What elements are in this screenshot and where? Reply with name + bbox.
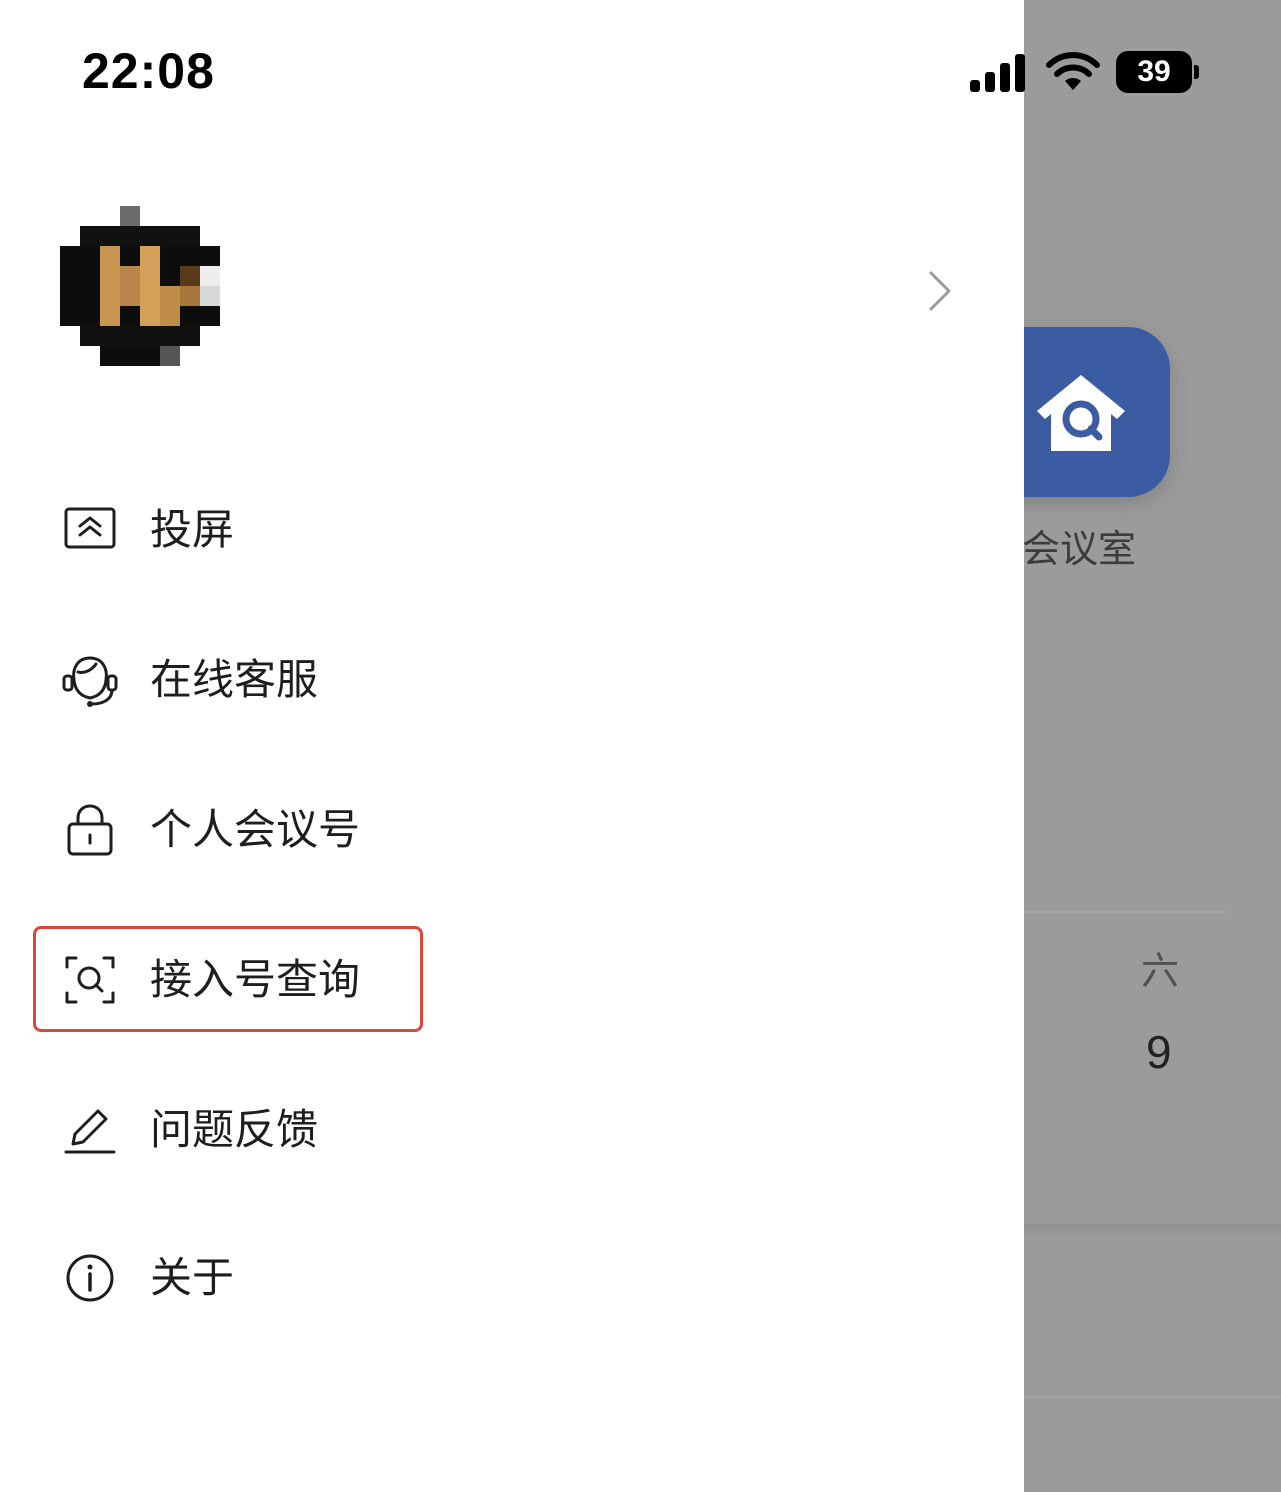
- avatar[interactable]: [60, 206, 220, 366]
- menu-item-feedback[interactable]: 问题反馈: [60, 1090, 480, 1170]
- menu-label: 问题反馈: [150, 1105, 319, 1154]
- divider: [1024, 911, 1229, 913]
- divider: [1024, 1396, 1281, 1398]
- status-time: 22:08: [82, 43, 215, 99]
- menu-item-screen-cast[interactable]: 投屏: [60, 490, 480, 570]
- pencil-icon: [64, 1109, 116, 1154]
- signal-icon: [970, 54, 1025, 92]
- highlight-box: [33, 926, 423, 1032]
- battery-level: 39: [1137, 55, 1171, 88]
- menu-item-personal-meeting-id[interactable]: 个人会议号: [60, 790, 480, 870]
- wifi-icon: [1046, 52, 1100, 90]
- chevron-right-icon[interactable]: [926, 270, 954, 312]
- menu-label: 投屏: [150, 505, 235, 554]
- house-search-icon: [1037, 375, 1125, 451]
- calendar-weekday: 六: [1141, 949, 1180, 993]
- headset-agent-icon: [62, 656, 118, 707]
- menu-item-about[interactable]: 关于: [60, 1238, 480, 1318]
- menu-label: 在线客服: [150, 655, 319, 704]
- background-app-overlay[interactable]: 线会议室 六 9: [1024, 0, 1281, 1492]
- lock-icon: [67, 804, 113, 856]
- info-icon: [66, 1254, 114, 1302]
- calendar-day: 9: [1146, 1026, 1172, 1078]
- profile-name[interactable]: [258, 266, 443, 326]
- divider-shadow: [1024, 1224, 1281, 1238]
- meeting-room-tile: [1024, 327, 1170, 497]
- battery-icon: 39: [1116, 51, 1200, 93]
- menu-label: 关于: [150, 1253, 235, 1302]
- screen-cast-icon: [64, 507, 116, 549]
- meeting-room-tile-label: 线会议室: [1024, 527, 1137, 571]
- menu-label: 个人会议号: [150, 805, 361, 854]
- menu-item-online-support[interactable]: 在线客服: [60, 640, 480, 720]
